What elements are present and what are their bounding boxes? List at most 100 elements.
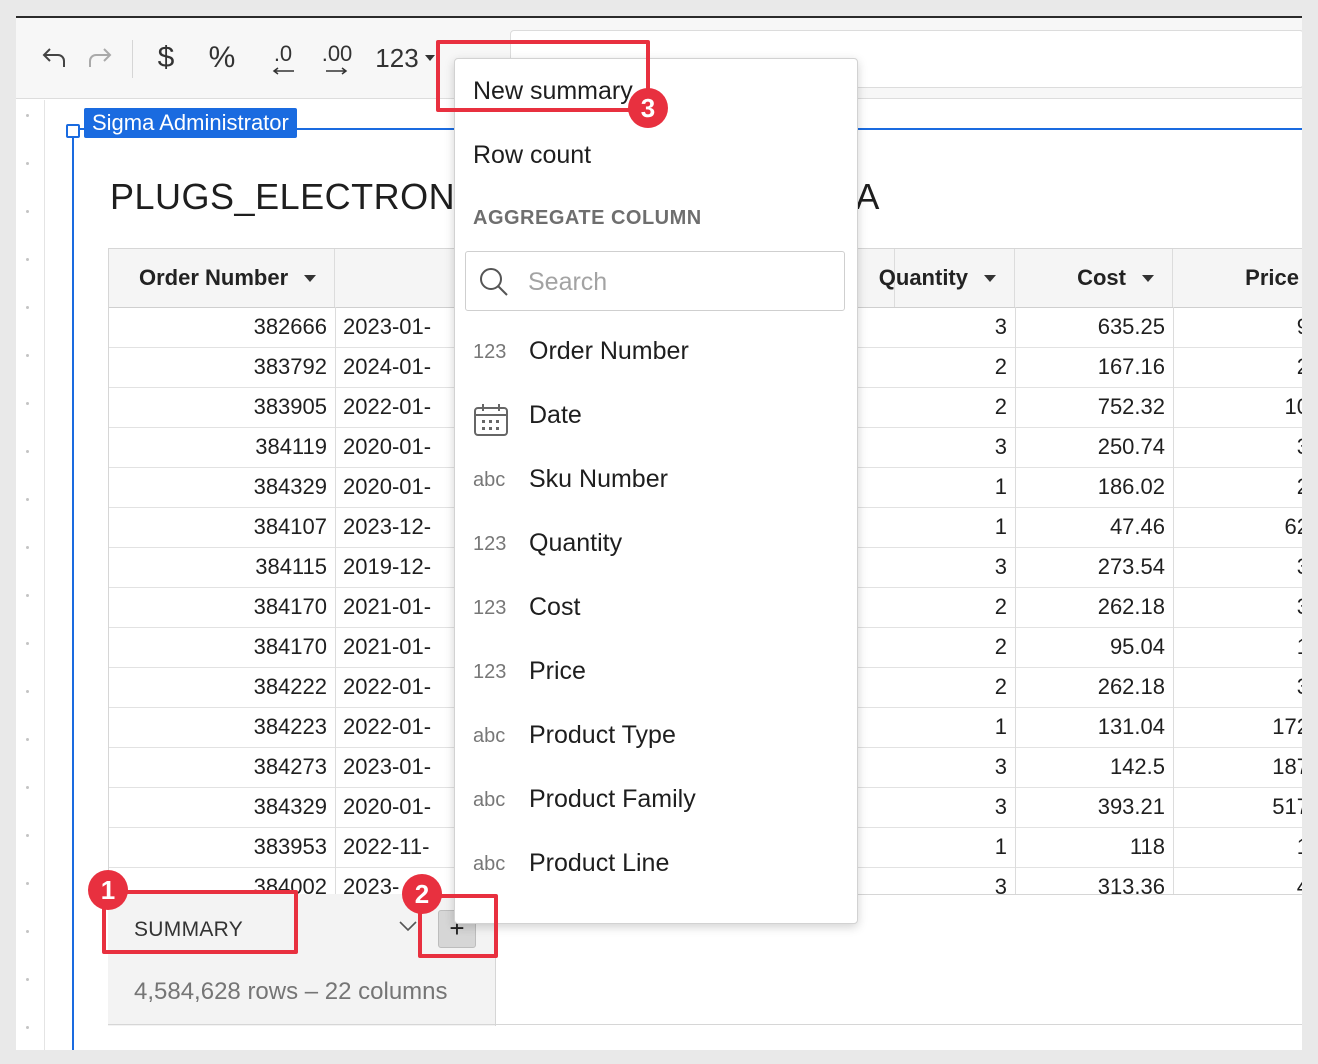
aggregate-column-item[interactable]: 123 Cost: [455, 581, 857, 641]
cell-order-number[interactable]: 383792: [109, 347, 335, 387]
cell-order-number[interactable]: 384170: [109, 587, 335, 627]
cell-cost[interactable]: 131.04: [1015, 707, 1173, 747]
cell-cost[interactable]: 250.74: [1015, 427, 1173, 467]
cell-cost[interactable]: 118: [1015, 827, 1173, 867]
cell-order-number[interactable]: 384329: [109, 787, 335, 827]
increase-decimals-button[interactable]: .00: [314, 38, 360, 78]
cell-order-number[interactable]: 383953: [109, 827, 335, 867]
table-title[interactable]: PLUGS_ELECTRONI: [110, 176, 466, 218]
cell-cost[interactable]: 635.25: [1015, 307, 1173, 347]
cell-price[interactable]: 4: [1173, 867, 1302, 894]
column-search-box[interactable]: [465, 251, 845, 311]
cell-quantity[interactable]: 2: [849, 627, 1015, 667]
cell-price[interactable]: 3: [1173, 547, 1302, 587]
cell-cost[interactable]: 186.02: [1015, 467, 1173, 507]
caret-down-icon[interactable]: [1142, 274, 1154, 282]
caret-down-icon[interactable]: [304, 274, 317, 282]
cell-date[interactable]: 2021-01-: [335, 587, 455, 627]
cell-quantity[interactable]: 1: [849, 707, 1015, 747]
cell-cost[interactable]: 142.5: [1015, 747, 1173, 787]
cell-price[interactable]: 9: [1173, 307, 1302, 347]
cell-price[interactable]: 2: [1173, 347, 1302, 387]
cell-date[interactable]: 2023-12-: [335, 507, 455, 547]
cell-order-number[interactable]: 384170: [109, 627, 335, 667]
cell-date[interactable]: 2019-12-: [335, 547, 455, 587]
cell-quantity[interactable]: 3: [849, 867, 1015, 894]
redo-icon[interactable]: [80, 38, 120, 78]
cell-date[interactable]: 2022-01-: [335, 667, 455, 707]
cell-cost[interactable]: 262.18: [1015, 587, 1173, 627]
cell-quantity[interactable]: 1: [849, 467, 1015, 507]
aggregate-column-item[interactable]: abc Product Line: [455, 837, 857, 897]
column-header-quantity[interactable]: Quantity: [849, 249, 1015, 307]
cell-price[interactable]: 1: [1173, 827, 1302, 867]
cell-quantity[interactable]: 3: [849, 747, 1015, 787]
cell-date[interactable]: 2022-11-: [335, 827, 455, 867]
cell-order-number[interactable]: 384107: [109, 507, 335, 547]
decrease-decimals-button[interactable]: .0: [260, 38, 306, 78]
cell-date[interactable]: 2020-01-: [335, 427, 455, 467]
cell-price[interactable]: 172: [1173, 707, 1302, 747]
cell-date[interactable]: 2023-01-: [335, 747, 455, 787]
caret-down-icon[interactable]: [984, 274, 996, 282]
cell-quantity[interactable]: 3: [849, 787, 1015, 827]
aggregate-column-item[interactable]: 123 Price: [455, 645, 857, 705]
cell-quantity[interactable]: 3: [849, 547, 1015, 587]
cell-date[interactable]: 2023-01-: [335, 307, 455, 347]
column-header-cost[interactable]: Cost: [1015, 249, 1173, 307]
cell-order-number[interactable]: 384222: [109, 667, 335, 707]
cell-price[interactable]: 1: [1173, 627, 1302, 667]
aggregate-column-item[interactable]: Date: [455, 389, 857, 449]
aggregate-column-item[interactable]: abc Sku Number: [455, 453, 857, 513]
cell-cost[interactable]: 95.04: [1015, 627, 1173, 667]
cell-date[interactable]: 2021-01-: [335, 627, 455, 667]
cell-quantity[interactable]: 3: [849, 427, 1015, 467]
number-format-dropdown[interactable]: 123: [370, 38, 440, 78]
column-header-order-number[interactable]: Order Number: [109, 249, 335, 307]
cell-price[interactable]: 10: [1173, 387, 1302, 427]
undo-icon[interactable]: [34, 38, 74, 78]
cell-price[interactable]: 187: [1173, 747, 1302, 787]
search-input[interactable]: [526, 260, 830, 304]
cell-order-number[interactable]: 384115: [109, 547, 335, 587]
cell-order-number[interactable]: 384119: [109, 427, 335, 467]
cell-cost[interactable]: 313.36: [1015, 867, 1173, 894]
aggregate-column-item[interactable]: abc Product Type: [455, 709, 857, 769]
cell-price[interactable]: 3: [1173, 587, 1302, 627]
cell-quantity[interactable]: 2: [849, 347, 1015, 387]
cell-date[interactable]: 2022-01-: [335, 387, 455, 427]
cell-price[interactable]: 62: [1173, 507, 1302, 547]
cell-date[interactable]: 2020-01-: [335, 467, 455, 507]
cell-order-number[interactable]: 383905: [109, 387, 335, 427]
cell-price[interactable]: 2: [1173, 467, 1302, 507]
cell-price[interactable]: 3: [1173, 667, 1302, 707]
cell-quantity[interactable]: 1: [849, 507, 1015, 547]
cell-quantity[interactable]: 1: [849, 827, 1015, 867]
aggregate-column-item[interactable]: abc Product Family: [455, 773, 857, 833]
cell-quantity[interactable]: 2: [849, 667, 1015, 707]
aggregate-column-item[interactable]: 123 Quantity: [455, 517, 857, 577]
row-count-menu-item[interactable]: Row count: [473, 141, 591, 170]
percent-format-button[interactable]: %: [200, 38, 244, 78]
cell-price[interactable]: 517: [1173, 787, 1302, 827]
cell-quantity[interactable]: 2: [849, 387, 1015, 427]
cell-date[interactable]: 2024-01-: [335, 347, 455, 387]
cell-cost[interactable]: 393.21: [1015, 787, 1173, 827]
cell-order-number[interactable]: 384223: [109, 707, 335, 747]
currency-format-button[interactable]: $: [146, 38, 186, 78]
cell-cost[interactable]: 47.46: [1015, 507, 1173, 547]
cell-quantity[interactable]: 2: [849, 587, 1015, 627]
column-header-price[interactable]: Price: [1173, 249, 1302, 307]
resize-handle[interactable]: [66, 124, 80, 138]
cell-cost[interactable]: 167.16: [1015, 347, 1173, 387]
cell-cost[interactable]: 262.18: [1015, 667, 1173, 707]
cell-date[interactable]: 2022-01-: [335, 707, 455, 747]
cell-order-number[interactable]: 384329: [109, 467, 335, 507]
cell-cost[interactable]: 273.54: [1015, 547, 1173, 587]
cell-cost[interactable]: 752.32: [1015, 387, 1173, 427]
cell-price[interactable]: 3: [1173, 427, 1302, 467]
chevron-down-icon[interactable]: [398, 916, 418, 939]
cell-order-number[interactable]: 382666: [109, 307, 335, 347]
cell-date[interactable]: 2020-01-: [335, 787, 455, 827]
aggregate-column-item[interactable]: 123 Order Number: [455, 325, 857, 385]
